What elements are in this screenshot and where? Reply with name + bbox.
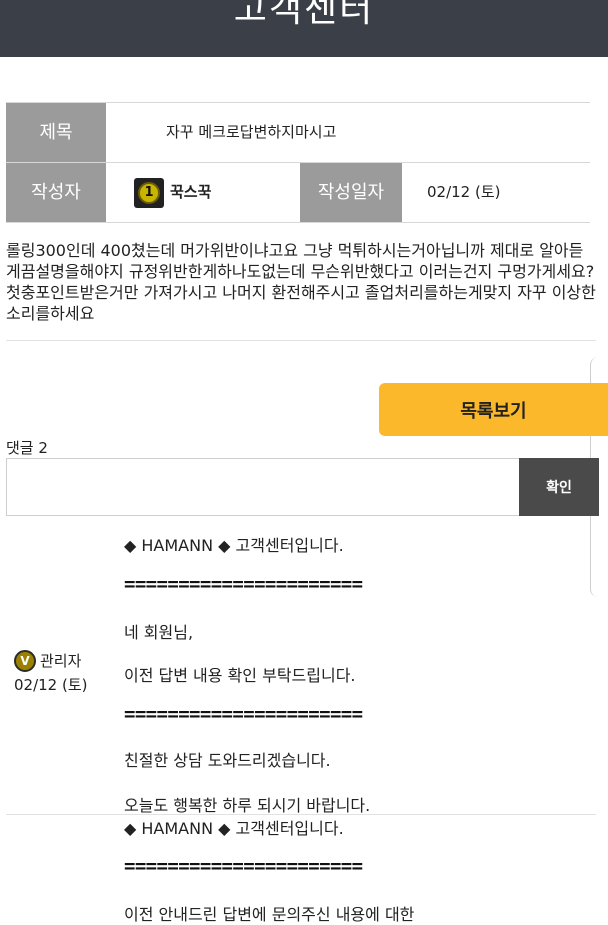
date-label: 작성일자 (300, 163, 402, 222)
reply-greeting: ◆ HAMANN ◆ 고객센터입니다. (124, 819, 344, 838)
reply-line: 이전 안내드린 답변에 문의주신 내용에 대한 (124, 905, 415, 924)
comment-count: 댓글 2 (6, 439, 48, 457)
level-badge-icon: 1 (134, 177, 164, 208)
comment-author-block: V 관리자 02/12 (토) (14, 649, 106, 697)
list-view-button[interactable]: 목록보기 (379, 383, 608, 436)
author: 1 꾹스꾹 (134, 163, 211, 222)
author-label: 작성자 (6, 163, 106, 222)
app-header: 고객센터 (0, 0, 608, 57)
reply-line: 이전 답변 내용 확인 부탁드립니다. (124, 666, 356, 685)
comment-author-name: 관리자 (40, 652, 82, 670)
post-author-row: 작성자 1 꾹스꾹 작성일자 02/12 (토) (6, 163, 590, 223)
post-content: 롤링300인데 400쳤는데 머가위반이냐고요 그냥 먹튀하시는거아닙니까 제대… (6, 241, 596, 323)
post-info-table: 제목 자꾸 메크로답변하지마시고 작성자 1 꾹스꾹 작성일자 02/12 (토… (6, 102, 590, 223)
reply-separator: ====================== (124, 703, 363, 725)
page-title: 고객센터 (233, 0, 375, 30)
title-label: 제목 (6, 103, 106, 162)
confirm-button[interactable]: 확인 (519, 458, 599, 516)
reply-separator: ====================== (124, 855, 363, 877)
admin-badge-icon: V (14, 650, 36, 672)
comment-input[interactable] (6, 458, 519, 516)
reply-greeting: ◆ HAMANN ◆ 고객센터입니다. (124, 536, 344, 555)
author-name: 꾹스꾹 (170, 183, 212, 201)
divider (6, 340, 596, 341)
reply-line: 친절한 상담 도와드리겠습니다. (124, 751, 331, 770)
post-title-row: 제목 자꾸 메크로답변하지마시고 (6, 103, 590, 163)
reply-separator: ====================== (124, 573, 363, 595)
reply-line: 네 회원님, (124, 623, 194, 642)
post-title: 자꾸 메크로답변하지마시고 (166, 123, 337, 141)
comment-author: V 관리자 (14, 649, 106, 673)
comment-date: 02/12 (토) (14, 676, 88, 694)
post-date: 02/12 (토) (427, 183, 501, 201)
reply-line: 오늘도 행복한 하루 되시기 바랍니다. (124, 796, 371, 815)
